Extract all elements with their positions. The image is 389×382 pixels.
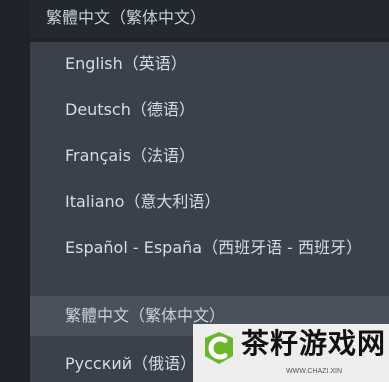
language-option-francais[interactable]: Français（法语）	[30, 136, 389, 176]
language-dropdown-trigger[interactable]: 繁體中文（繁体中文）	[30, 0, 389, 38]
watermark-banner: 茶籽游戏网 WWW.CHAZI.XIN	[193, 324, 389, 382]
watermark-logo-icon	[205, 332, 233, 364]
watermark-url: WWW.CHAZI.XIN	[286, 368, 342, 375]
language-option-label: Deutsch（德语）	[65, 100, 195, 119]
language-option-italiano[interactable]: Italiano（意大利语）	[30, 182, 389, 222]
language-option-label: Русский（俄语）	[65, 354, 197, 373]
language-option-espanol[interactable]: Español - España（西班牙语 - 西班牙）	[30, 228, 389, 268]
language-option-label: English（英语）	[65, 54, 187, 73]
watermark-title: 茶籽游戏网	[241, 327, 387, 360]
language-option-english[interactable]: English（英语）	[30, 44, 389, 84]
language-option-label: Français（法语）	[65, 146, 195, 165]
language-option-label: 繁體中文（繁体中文）	[65, 306, 226, 325]
language-option-label: Español - España（西班牙语 - 西班牙）	[65, 238, 363, 257]
language-option-label: Italiano（意大利语）	[65, 192, 221, 211]
language-select-screen: 繁體中文（繁体中文） English（英语） Deutsch（德语） Franç…	[0, 0, 389, 382]
language-option-deutsch[interactable]: Deutsch（德语）	[30, 90, 389, 130]
current-language-label: 繁體中文（繁体中文）	[46, 8, 207, 27]
